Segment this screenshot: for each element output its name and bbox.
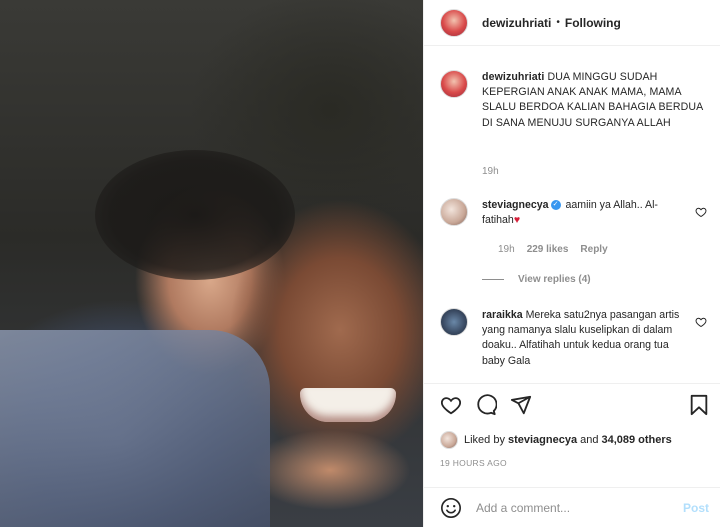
following-button[interactable]: Following bbox=[565, 16, 621, 30]
comment-like-icon[interactable] bbox=[695, 316, 707, 328]
photo-smile-region bbox=[300, 388, 396, 422]
likes-count[interactable]: 34,089 others bbox=[601, 434, 671, 446]
comment-time[interactable]: 19h bbox=[498, 244, 515, 255]
replies-line bbox=[482, 279, 504, 280]
caption-time[interactable]: 19h bbox=[482, 166, 499, 177]
caption-text: dewizuhriati DUA MINGGU SUDAH KEPERGIAN … bbox=[482, 70, 710, 131]
heart-emoji-icon: ♥ bbox=[513, 214, 521, 227]
post-photo[interactable] bbox=[0, 0, 423, 527]
verified-icon: ✓ bbox=[550, 200, 561, 211]
post-actions bbox=[424, 383, 720, 427]
liker-avatar[interactable] bbox=[440, 431, 458, 449]
caption-avatar[interactable] bbox=[440, 70, 468, 98]
likes-prefix: Liked by bbox=[464, 434, 505, 446]
bookmark-icon[interactable] bbox=[686, 392, 712, 418]
view-replies[interactable]: View replies (4) bbox=[482, 274, 591, 285]
post-sidebar: dewizuhriati • Following dewizuhriati DU… bbox=[423, 0, 720, 527]
author-username[interactable]: dewizuhriati bbox=[482, 16, 551, 30]
comment-item: steviagnecya ✓ aamiin ya Allah.. Al-fatih… bbox=[440, 198, 715, 255]
reply-button[interactable]: Reply bbox=[580, 244, 607, 255]
post-timestamp[interactable]: 19 HOURS AGO bbox=[440, 458, 507, 468]
liker-username[interactable]: steviagnecya bbox=[508, 434, 577, 446]
heart-icon[interactable] bbox=[438, 392, 464, 418]
photo-hair-region bbox=[95, 150, 295, 280]
comment-icon[interactable] bbox=[473, 392, 499, 418]
commenter-username[interactable]: raraikka bbox=[482, 309, 523, 321]
likes-middle: and bbox=[580, 434, 599, 446]
post-button[interactable]: Post bbox=[683, 501, 709, 515]
photo-pillow-region bbox=[0, 330, 270, 527]
add-comment-bar: Post bbox=[424, 487, 720, 527]
comment-input[interactable] bbox=[476, 500, 683, 515]
caption-username[interactable]: dewizuhriati bbox=[482, 71, 544, 83]
comment-body: raraikka Mereka satu2nya pasangan artis … bbox=[482, 308, 682, 369]
likes-summary: Liked by steviagnecya and 34,089 others bbox=[440, 431, 675, 449]
comment-body: steviagnecya ✓ aamiin ya Allah.. Al-fatih… bbox=[482, 198, 682, 228]
commenter-avatar[interactable] bbox=[440, 308, 468, 336]
share-icon[interactable] bbox=[508, 392, 534, 418]
header-separator: • bbox=[556, 17, 560, 28]
view-replies-label[interactable]: View replies (4) bbox=[518, 274, 591, 285]
post-header: dewizuhriati • Following bbox=[424, 0, 720, 46]
comment-like-icon[interactable] bbox=[695, 206, 707, 218]
commenter-username[interactable]: steviagnecya bbox=[482, 199, 549, 211]
comment-item: raraikka Mereka satu2nya pasangan artis … bbox=[440, 308, 715, 369]
commenter-avatar[interactable] bbox=[440, 198, 468, 226]
comment-likes[interactable]: 229 likes bbox=[527, 244, 569, 255]
author-avatar[interactable] bbox=[440, 8, 468, 37]
smiley-icon[interactable] bbox=[440, 497, 462, 519]
post-caption: dewizuhriati DUA MINGGU SUDAH KEPERGIAN … bbox=[440, 70, 710, 177]
comment-meta: 19h 229 likes Reply bbox=[498, 244, 608, 255]
